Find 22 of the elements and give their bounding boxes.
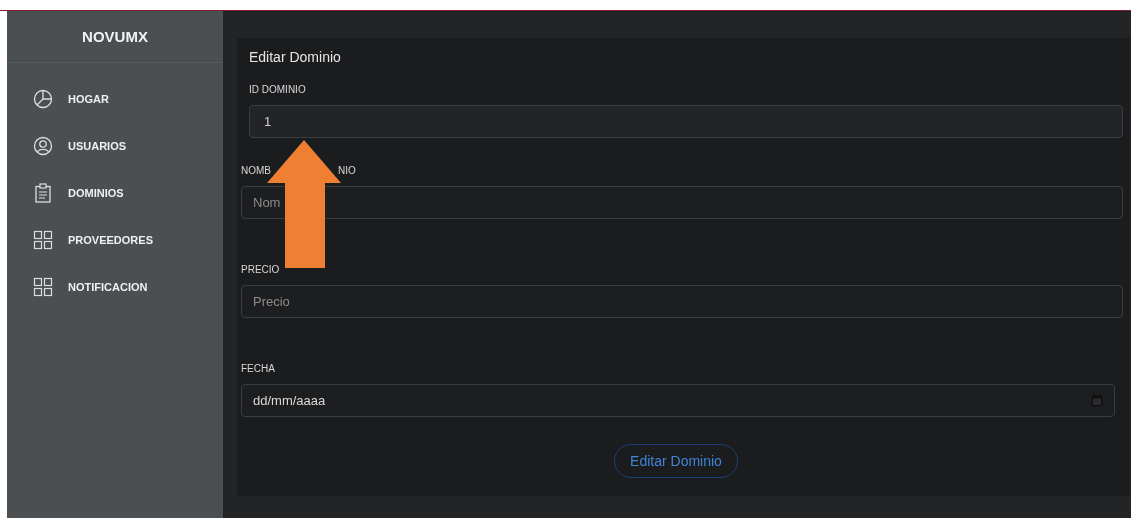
date-field[interactable]: dd/mm/aaaa xyxy=(241,384,1115,417)
calendar-icon[interactable] xyxy=(1091,394,1103,407)
input-field[interactable]: Nom xyxy=(241,186,1123,219)
card-title: Editar Dominio xyxy=(248,49,342,65)
nav-item[interactable]: NOTIFICACION xyxy=(7,277,223,297)
nav-item[interactable]: USUARIOS xyxy=(7,136,223,156)
field-label: FECHA xyxy=(241,363,275,376)
input-field[interactable]: 1 xyxy=(249,105,1123,138)
nav-item[interactable]: PROVEEDORES xyxy=(7,230,223,250)
input-field[interactable]: Precio xyxy=(241,285,1123,318)
nav-item[interactable]: HOGAR xyxy=(7,89,223,109)
nav-item[interactable]: DOMINIOS xyxy=(7,183,223,203)
grid-icon xyxy=(33,277,53,297)
user-icon xyxy=(33,136,53,156)
field-label: ID DOMINIO xyxy=(249,84,306,97)
grid-icon xyxy=(33,230,53,250)
field-label: NIO xyxy=(338,165,356,178)
app-title: NOVUMX xyxy=(81,27,149,46)
pie-chart-icon xyxy=(33,89,53,109)
field-label: NOMB xyxy=(241,165,271,178)
clipboard-icon xyxy=(33,183,53,203)
field-label: PRECIO xyxy=(241,264,280,277)
